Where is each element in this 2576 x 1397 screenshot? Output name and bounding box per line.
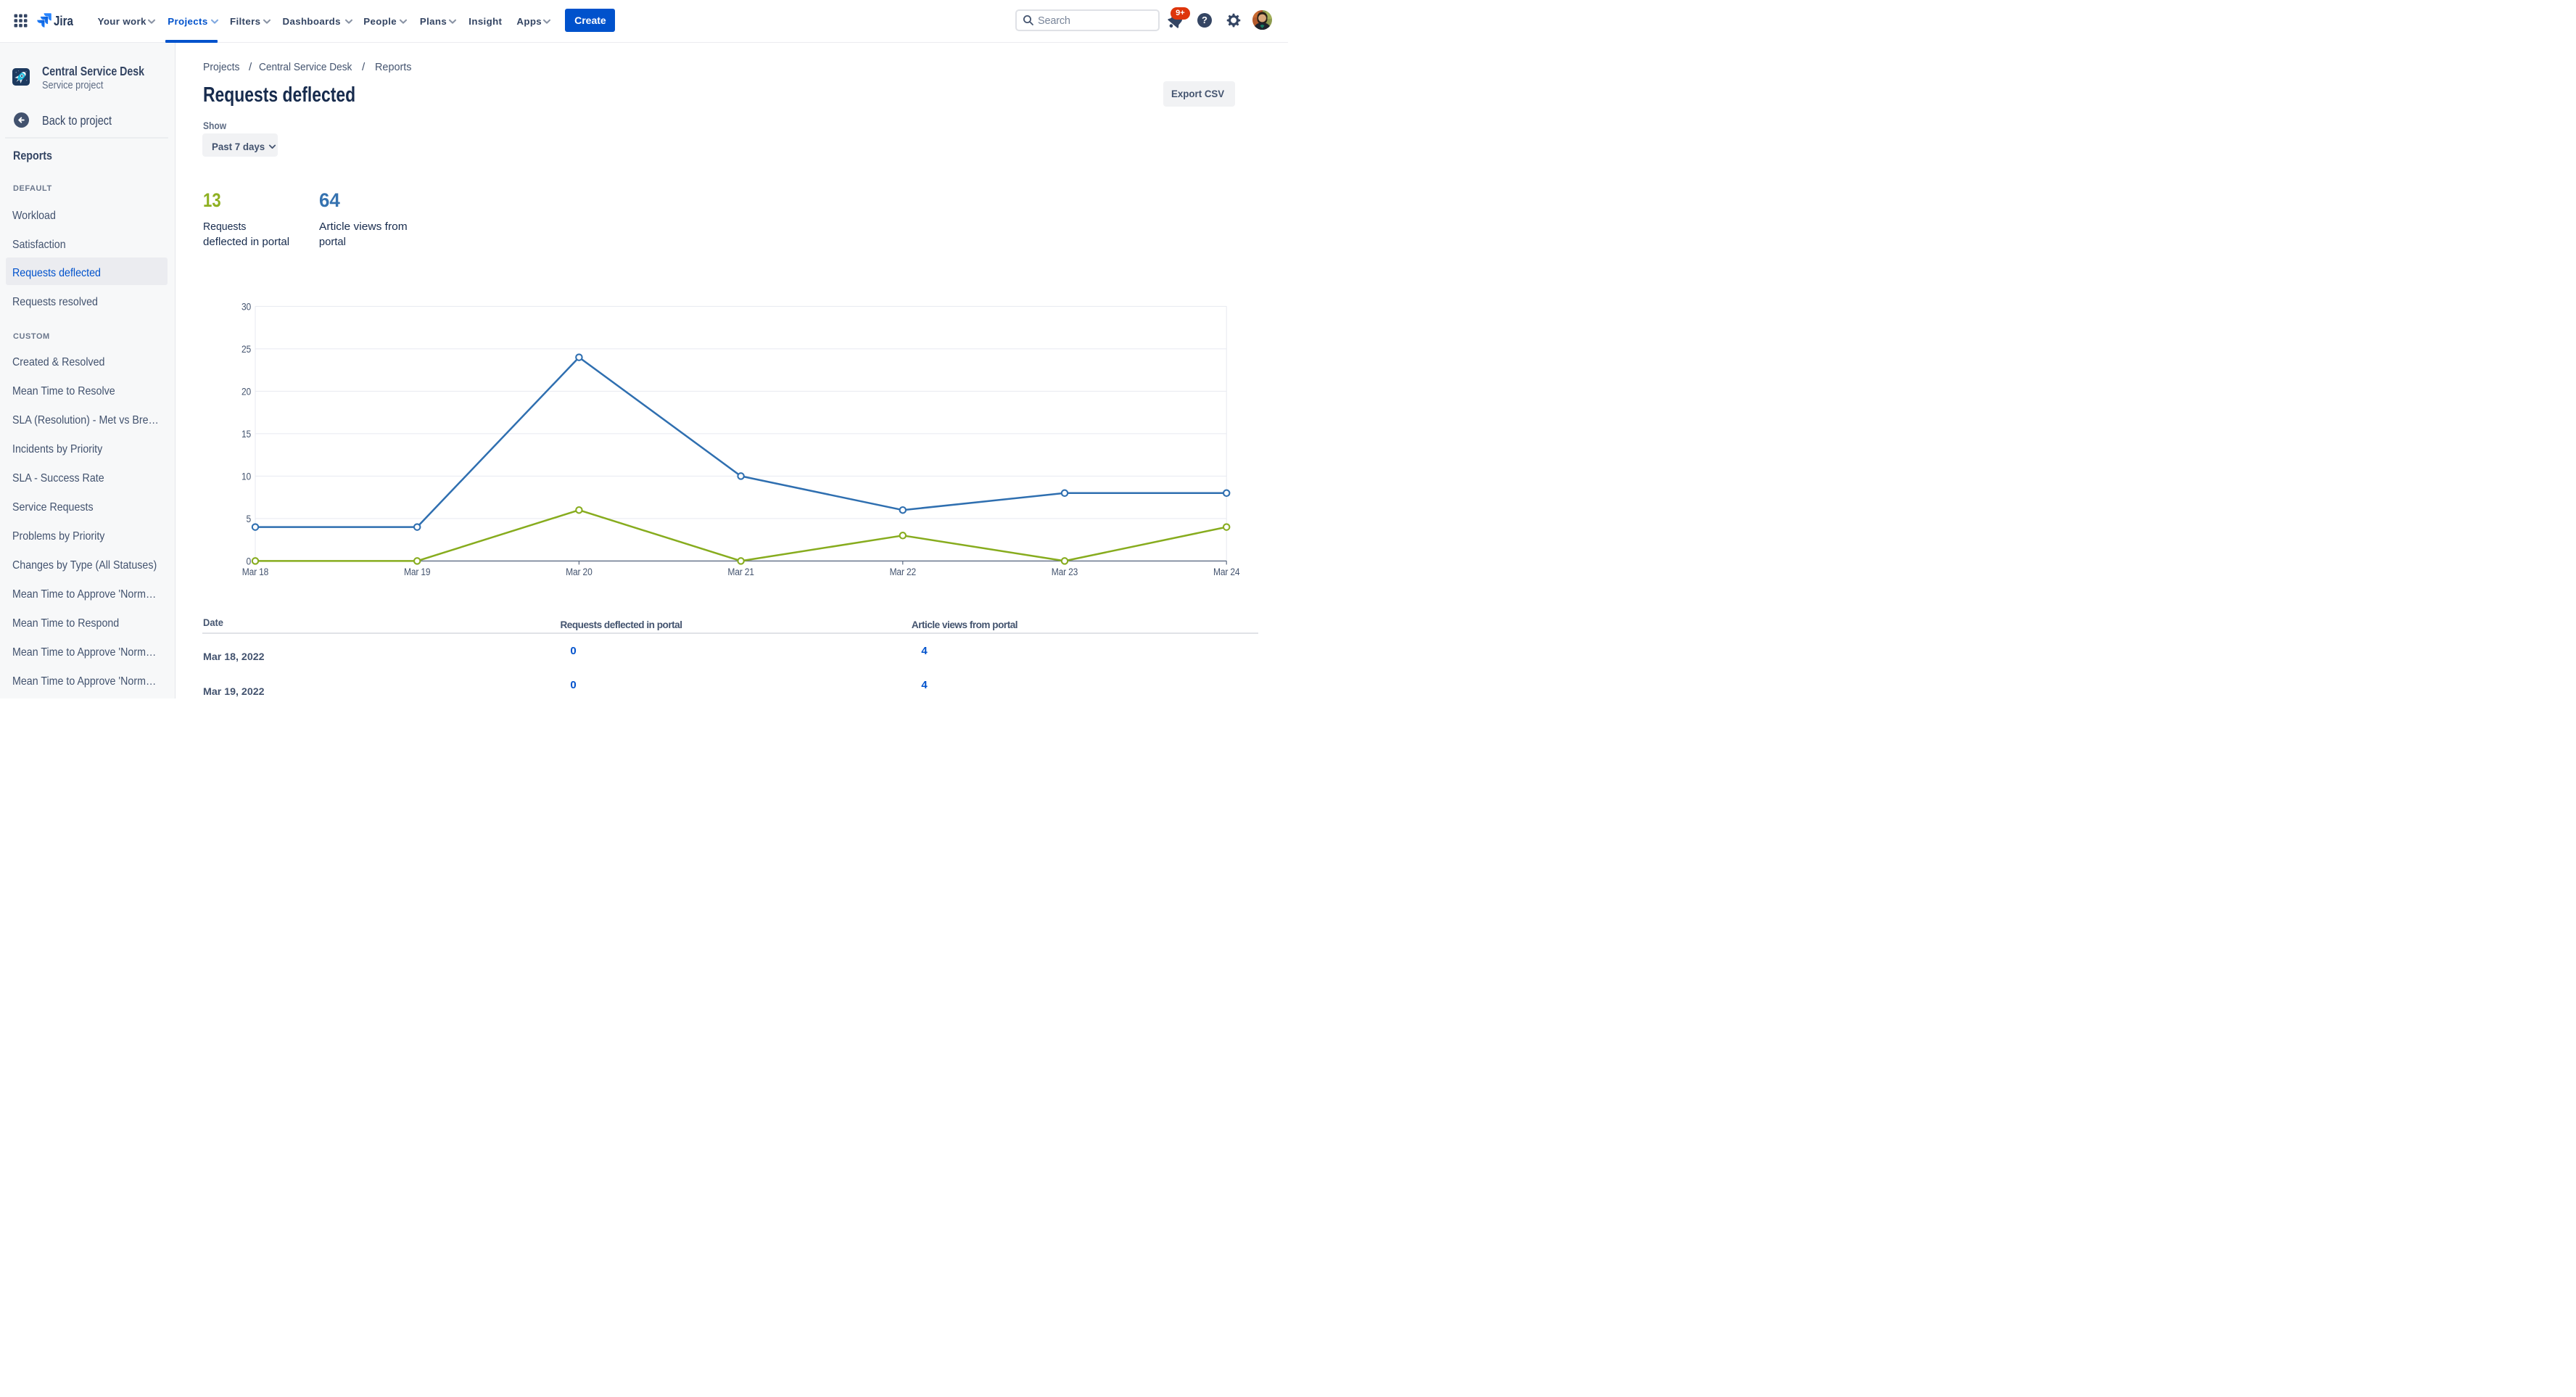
svg-text:Mar 22: Mar 22 — [890, 566, 916, 577]
svg-text:15: 15 — [242, 428, 251, 440]
svg-text:Mar 23: Mar 23 — [1052, 566, 1078, 577]
svg-text:10: 10 — [242, 470, 251, 482]
svg-text:Mar 19: Mar 19 — [404, 566, 430, 577]
svg-text:30: 30 — [242, 300, 251, 312]
svg-text:25: 25 — [242, 343, 251, 355]
svg-text:5: 5 — [246, 513, 251, 524]
svg-text:0: 0 — [246, 555, 251, 566]
svg-text:Mar 20: Mar 20 — [566, 566, 592, 577]
svg-text:Mar 18: Mar 18 — [242, 566, 268, 577]
svg-text:Mar 21: Mar 21 — [727, 566, 754, 577]
svg-text:Mar 24: Mar 24 — [1213, 566, 1239, 577]
svg-text:20: 20 — [242, 385, 251, 397]
